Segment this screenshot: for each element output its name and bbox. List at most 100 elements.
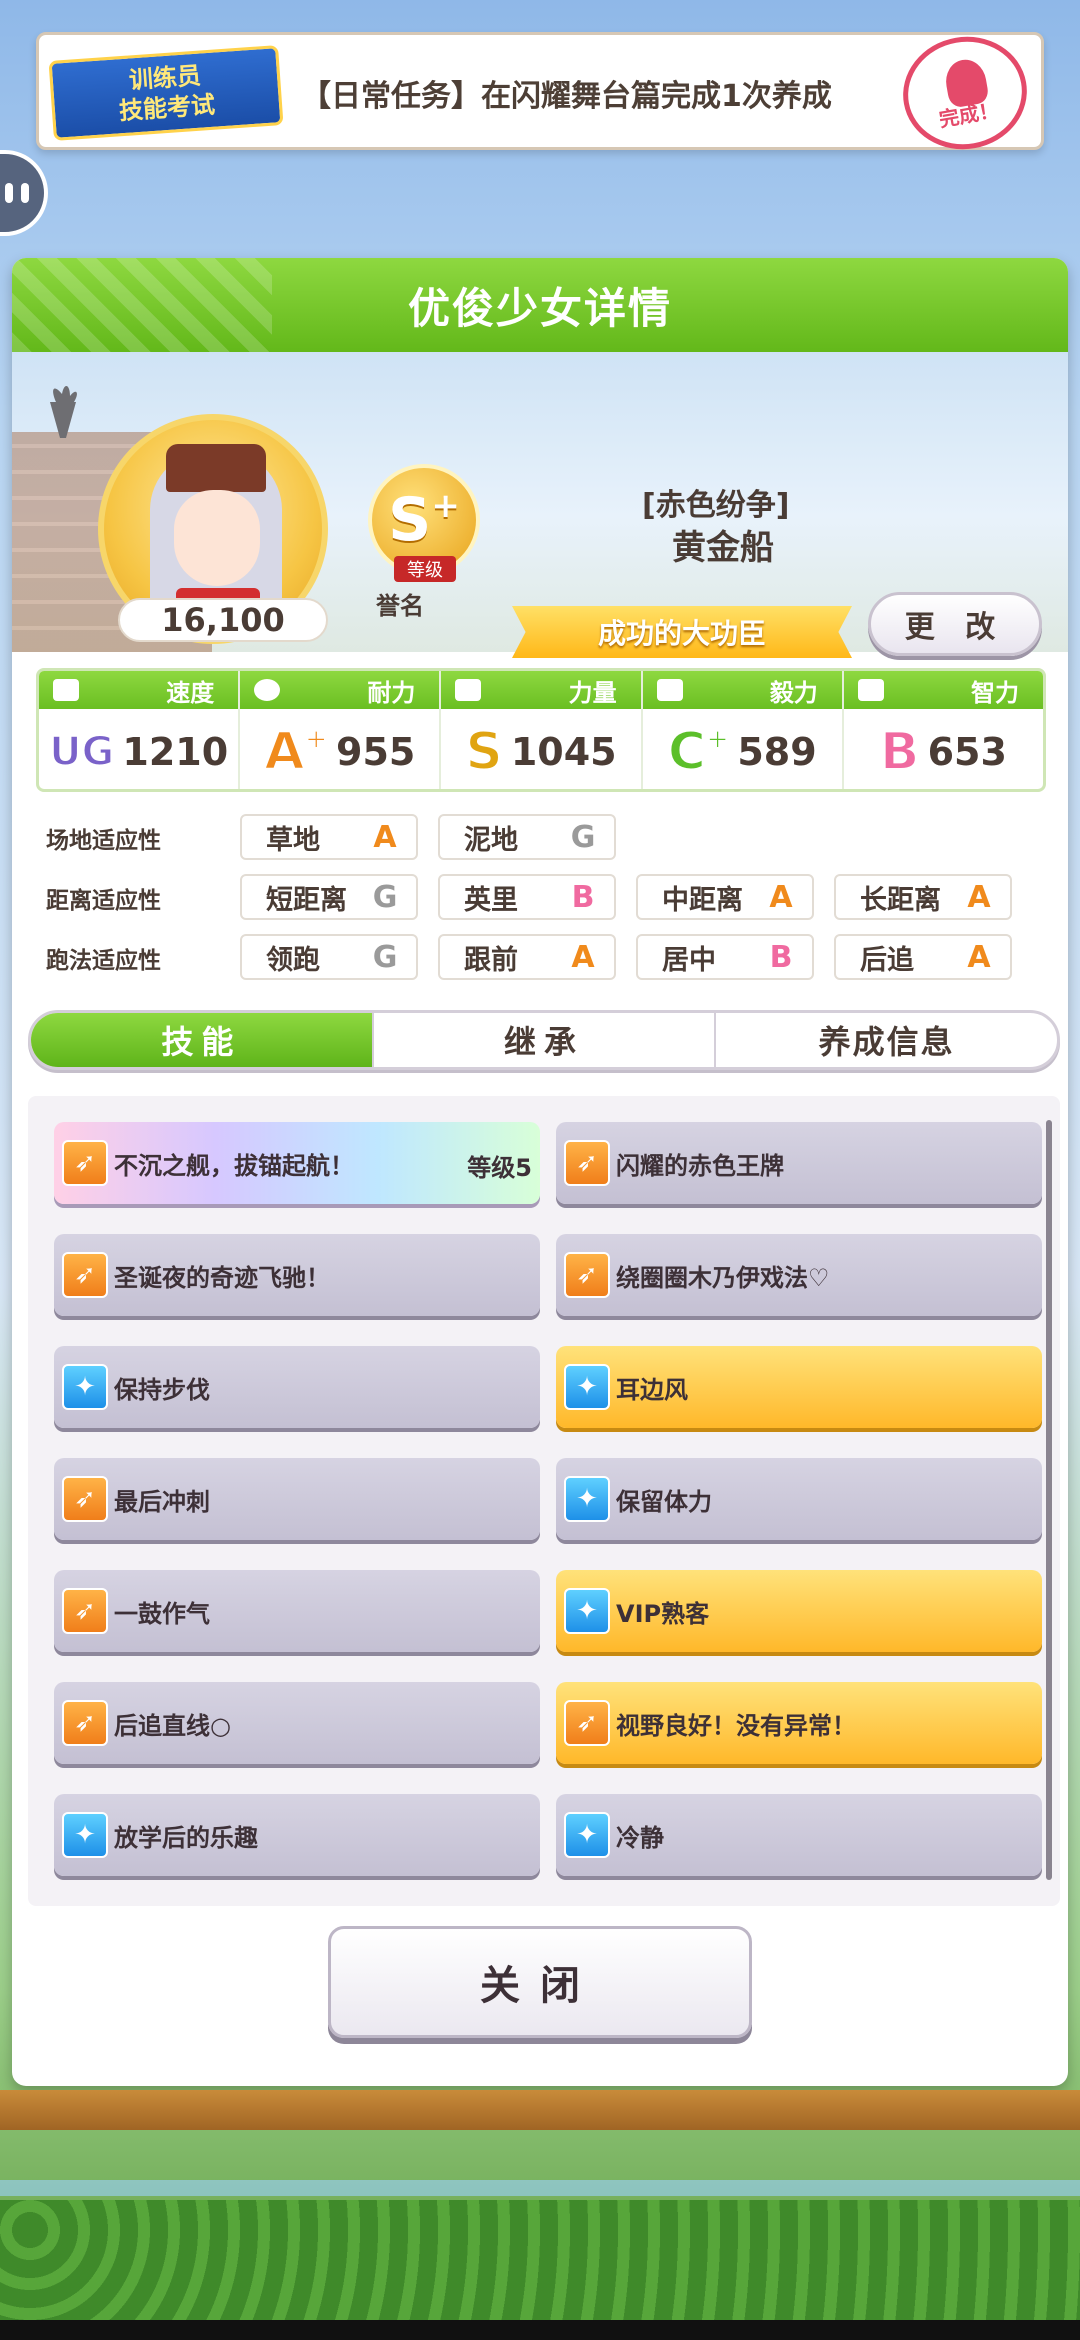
apt-pace: 跟前 A [438,934,616,980]
apt-late: 居中 B [636,934,814,980]
stat-stamina: 耐力 A+ 955 [240,671,442,789]
skill-item[interactable]: ✦ 保留体力 [556,1458,1042,1540]
skill-item[interactable]: ✦ 冷静 [556,1794,1042,1876]
stat-value: 1210 [122,730,229,774]
panel-title: 优俊少女详情 [12,258,1068,352]
stat-value: 1045 [510,730,617,774]
honor-label: 誉名 [376,592,424,620]
trainer-exam-logo: 训练员 技能考试 [48,45,284,141]
fan-count: 16,100 [118,598,328,642]
apt-sprint: 短距离 G [240,874,418,920]
daily-mission-banner[interactable]: 训练员 技能考试 【日常任务】在闪耀舞台篇完成1次养成 完成！ [36,27,1044,159]
complete-stamp: 完成！ [894,27,1036,159]
stat-header: 耐力 [240,671,440,709]
stat-grade: A+ [263,721,329,783]
stat-wit: 智力 B 653 [843,671,1043,789]
apt-turf: 草地 A [240,814,418,860]
distance-aptitude-row: 距离适应性 [46,876,186,920]
skill-item[interactable]: ✦ 放学后的乐趣 [54,1794,540,1876]
stat-header: 速度 [39,671,239,709]
bottom-bar [0,2320,1080,2340]
stat-label: 力量 [568,678,617,707]
stat-label: 毅力 [769,678,818,707]
eye-left [5,183,13,203]
skill-item[interactable]: ➶ 闪耀的赤色王牌 [556,1122,1042,1204]
tab-training-info[interactable]: 养成信息 [716,1013,1057,1067]
stat-header: 智力 [843,671,1043,709]
rank-plus: + [431,486,460,526]
heart-icon [254,679,281,701]
sparkle-icon: ✦ [564,1812,610,1858]
skill-item[interactable]: ➶ 不沉之舰，拔锚起航！ 等级5 [54,1122,540,1204]
title-ribbon: 成功的大功臣 [512,606,852,658]
skill-item[interactable]: ➶ 后追直线○ [54,1682,540,1764]
runner-icon: ➶ [62,1588,108,1634]
stat-value: 955 [336,730,416,774]
skill-item[interactable]: ✦ 保持步伐 [54,1346,540,1428]
style-aptitude-row: 跑法适应性 [46,936,186,980]
rank-letter: S [388,485,432,555]
scenery-rail [0,2180,1080,2196]
change-title-button[interactable]: 更 改 [868,592,1042,656]
skill-item[interactable]: ✦ VIP熟客 [556,1570,1042,1652]
runner-icon: ➶ [62,1140,108,1186]
carrot-stamp-icon [942,56,990,109]
skills-list[interactable]: ➶ 不沉之舰，拔锚起航！ 等级5 ➶ 闪耀的赤色王牌 ➶ 圣诞夜的奇迹飞驰！ ➶… [28,1096,1060,1906]
eye-right [21,183,29,203]
runner-icon: ➶ [564,1700,610,1746]
mission-text: 【日常任务】在闪耀舞台篇完成1次养成 [301,79,832,114]
tab-inheritance[interactable]: 继承 [374,1013,717,1067]
character-epithet: [赤色纷争] [642,488,790,523]
sparkle-icon: ✦ [564,1588,610,1634]
skill-level: 等级5 [467,1154,532,1182]
rank-tag: 等级 [394,556,456,582]
stat-grade: C+ [667,721,731,783]
stat-speed: 速度 UG 1210 [39,671,241,789]
stat-value: 653 [927,730,1007,774]
skill-item[interactable]: ➶ 绕圈圈木乃伊戏法♡ [556,1234,1042,1316]
stat-label: 耐力 [367,678,416,707]
scenery-hedge [0,2200,1080,2340]
portrait-face [174,490,260,586]
stat-grade: UG [48,728,115,776]
skill-item[interactable]: ✦ 耳边风 [556,1346,1042,1428]
sparkle-icon: ✦ [62,1812,108,1858]
apt-label: 跑法适应性 [46,948,161,974]
skill-item[interactable]: ➶ 一鼓作气 [54,1570,540,1652]
stat-guts: 毅力 C+ 589 [642,671,844,789]
skill-item[interactable]: ➶ 视野良好！没有异常！ [556,1682,1042,1764]
floating-menu-button[interactable] [0,150,48,236]
umamusume-detail-panel: 优俊少女详情 S+ 等级 誉名 [赤色纷争] 黄金船 成功的大功臣 更 改 - … [12,258,1068,2086]
stat-label: 速度 [166,678,215,707]
graduation-cap-icon [857,679,884,701]
apt-mile: 英里 B [438,874,616,920]
stat-header: 毅力 [642,671,842,709]
skill-item[interactable]: ➶ 最后冲刺 [54,1458,540,1540]
stat-value: 589 [737,730,817,774]
stat-grade: S [464,721,503,783]
skills-scrollbar[interactable] [1046,1120,1052,1880]
runner-icon: ➶ [62,1476,108,1522]
apt-label: 场地适应性 [46,828,161,854]
logo-line2: 技能考试 [118,90,216,126]
tab-skills[interactable]: 技能 [31,1013,374,1067]
apt-long: 长距离 A [834,874,1012,920]
stat-power: 力量 S 1045 [441,671,643,789]
apt-label: 距离适应性 [46,888,161,914]
stats-table: 速度 UG 1210 耐力 A+ 955 力量 S 1045 毅力 C+ 589… [36,668,1046,792]
carrot-icon[interactable] [40,382,86,440]
muscle-icon [455,679,482,701]
runner-icon: ➶ [564,1252,610,1298]
sparkle-icon: ✦ [564,1364,610,1410]
sparkle-icon: ✦ [62,1364,108,1410]
scenery-fence [0,2090,1080,2130]
flame-icon [656,679,683,701]
skill-item[interactable]: ➶ 圣诞夜的奇迹飞驰！ [54,1234,540,1316]
sparkle-icon: ✦ [564,1476,610,1522]
detail-tabs: 技能 继承 养成信息 [28,1010,1060,1070]
apt-medium: 中距离 A [636,874,814,920]
runner-icon: ➶ [62,1252,108,1298]
runner-icon: ➶ [564,1140,610,1186]
apt-dirt: 泥地 G [438,814,616,860]
close-button[interactable]: 关闭 [328,1926,752,2038]
